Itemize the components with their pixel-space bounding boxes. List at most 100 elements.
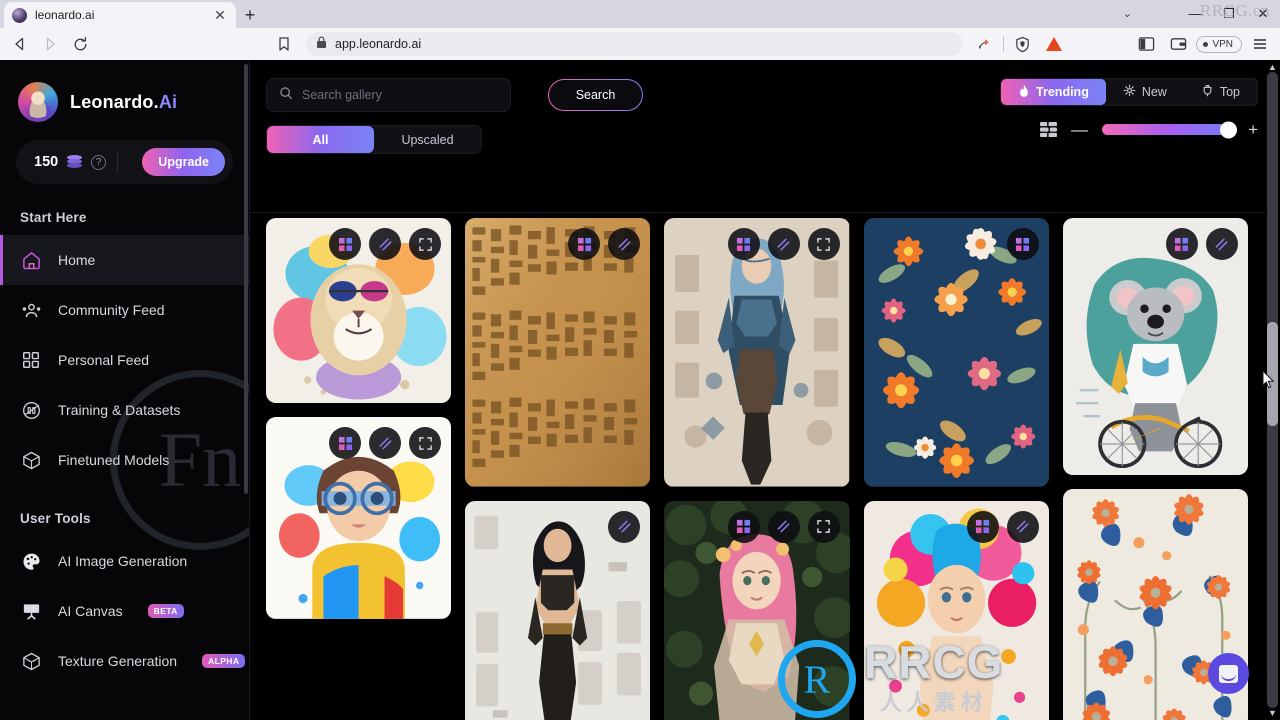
tab-title: leonardo.ai (35, 8, 95, 22)
variations-icon[interactable] (1205, 228, 1238, 260)
remix-icon[interactable] (329, 427, 362, 460)
sidebar-item-home[interactable]: Home (0, 235, 249, 285)
sort-new[interactable]: New (1106, 79, 1184, 105)
sidebar-item-personal-feed[interactable]: Personal Feed (0, 335, 249, 385)
page-scrollbar[interactable]: ▲ ▼ (1265, 60, 1280, 720)
main-content: Search All Upscaled Trending (250, 60, 1280, 720)
minimize-button[interactable]: — (1178, 0, 1212, 28)
variations-icon[interactable] (1006, 510, 1039, 543)
sort-label: New (1141, 85, 1167, 99)
gallery-card-egyptian-hieroglyphs-papyrus[interactable] (465, 218, 651, 487)
filter-all[interactable]: All (267, 126, 374, 153)
sidebar-item-community-feed[interactable]: Community Feed (0, 285, 249, 335)
wallet-icon[interactable] (1164, 31, 1192, 57)
grid-layout-icon[interactable] (1040, 122, 1057, 137)
maximize-button[interactable]: ❐ (1212, 0, 1246, 28)
sidebar-item-label: Finetuned Models (58, 452, 170, 468)
gallery-card-koala-riding-bicycle-sketch[interactable] (1062, 218, 1248, 476)
sidebar-item-ai-image-generation[interactable]: AI Image Generation (0, 536, 249, 586)
back-arrow-icon[interactable] (6, 31, 34, 57)
brand-logo-block[interactable]: Leonardo.Ai (0, 60, 249, 122)
easel-icon (20, 600, 42, 622)
filter-segment: All Upscaled (266, 125, 482, 154)
share-icon[interactable] (971, 31, 999, 57)
omnibox-actions: VPN (971, 31, 1274, 57)
expand-icon[interactable] (409, 228, 442, 260)
expand-icon[interactable] (807, 510, 840, 543)
credit-amount: 150 (34, 154, 59, 170)
variations-icon[interactable] (608, 228, 641, 260)
sidebar-item-label: Texture Generation (58, 653, 178, 669)
forward-arrow-icon (36, 31, 64, 57)
scroll-down-arrow-icon[interactable]: ▼ (1265, 708, 1280, 718)
vpn-toggle[interactable]: VPN (1196, 35, 1242, 53)
hamburger-menu-icon[interactable] (1246, 31, 1274, 57)
variations-icon[interactable] (608, 510, 641, 543)
sort-top[interactable]: Top (1184, 79, 1257, 105)
gallery-card-watercolor-lion-with-sunglasses[interactable] (266, 218, 452, 404)
search-button[interactable]: Search (548, 79, 643, 111)
remix-icon[interactable] (727, 510, 760, 543)
brave-shield-icon[interactable] (1008, 31, 1036, 57)
vpn-label: VPN (1212, 38, 1233, 50)
sidebar-item-texture-generation[interactable]: Texture Generation ALPHA (0, 636, 249, 686)
sort-trending[interactable]: Trending (1001, 79, 1106, 105)
question-mark-icon[interactable]: ? (91, 154, 107, 170)
close-window-button[interactable]: ✕ (1246, 0, 1280, 28)
remix-icon[interactable] (329, 228, 362, 260)
gallery-card-rainbow-hair-doll-portrait[interactable] (863, 500, 1049, 720)
gallery-card-colorful-girl-with-glasses-backpack[interactable] (266, 417, 452, 620)
flame-icon (1018, 84, 1030, 101)
texture-cube-icon (20, 650, 42, 672)
tab-list-chevron-icon[interactable]: ⌄ (1123, 0, 1132, 28)
variations-icon[interactable] (369, 427, 402, 460)
gallery-card-dark-haired-warrior-character-sheet[interactable] (465, 500, 651, 720)
community-people-icon (20, 299, 42, 321)
lock-icon (316, 36, 327, 52)
variations-icon[interactable] (767, 228, 800, 260)
tab-close-icon[interactable]: ✕ (212, 8, 228, 22)
gallery-scroll-area[interactable] (250, 218, 1262, 720)
address-bar[interactable]: app.leonardo.ai (306, 32, 964, 56)
scrollbar-thumb[interactable] (1267, 322, 1278, 426)
zoom-slider[interactable] (1102, 121, 1238, 138)
bookmark-icon[interactable] (270, 31, 298, 57)
remix-icon[interactable] (966, 510, 999, 543)
expand-icon[interactable] (409, 427, 442, 460)
sidebar-item-ai-canvas[interactable]: AI Canvas BETA (0, 586, 249, 636)
new-tab-button[interactable]: + (236, 2, 264, 28)
sort-segment: Trending New Top (1000, 78, 1258, 106)
sidebar-item-label: AI Image Generation (58, 553, 188, 569)
chat-bubble-icon[interactable] (1208, 653, 1249, 694)
expand-icon[interactable] (807, 228, 840, 260)
sidebar-item-label: Personal Feed (58, 352, 150, 368)
zoom-slider-knob[interactable] (1220, 121, 1238, 138)
sidebar-item-training-datasets[interactable]: Training & Datasets (0, 385, 249, 435)
remix-icon[interactable] (727, 228, 760, 260)
variations-icon[interactable] (369, 228, 402, 260)
browser-tab[interactable]: leonardo.ai ✕ (4, 2, 236, 28)
brave-leo-icon[interactable] (1040, 31, 1068, 57)
search-field[interactable] (266, 78, 511, 112)
gallery-card-pink-haired-elf-forest-portrait[interactable] (664, 500, 850, 720)
remix-icon[interactable] (1006, 228, 1039, 260)
upgrade-button[interactable]: Upgrade (142, 148, 225, 176)
zoom-out-button[interactable]: — (1071, 121, 1088, 138)
gallery-card-blue-haired-fantasy-warrior-woman[interactable] (664, 218, 850, 487)
filter-upscaled[interactable]: Upscaled (374, 126, 481, 153)
zoom-controls: — + (1000, 121, 1258, 138)
brand-name: Leonardo.Ai (70, 91, 178, 112)
leonardo-logo-icon (18, 82, 58, 122)
variations-icon[interactable] (767, 510, 800, 543)
sidebar-scrollbar[interactable] (244, 64, 248, 494)
search-input[interactable] (302, 88, 498, 102)
remix-icon[interactable] (1165, 228, 1198, 260)
remix-icon[interactable] (568, 228, 601, 260)
zoom-in-button[interactable]: + (1248, 121, 1258, 138)
reload-icon[interactable] (66, 31, 94, 57)
sidebar-item-finetuned-models[interactable]: Finetuned Models (0, 435, 249, 485)
sidebar-panel-icon[interactable] (1132, 31, 1160, 57)
trophy-icon (1201, 84, 1214, 101)
gallery-card-orange-floral-pattern-navy[interactable] (863, 218, 1049, 487)
scroll-up-arrow-icon[interactable]: ▲ (1265, 62, 1280, 72)
